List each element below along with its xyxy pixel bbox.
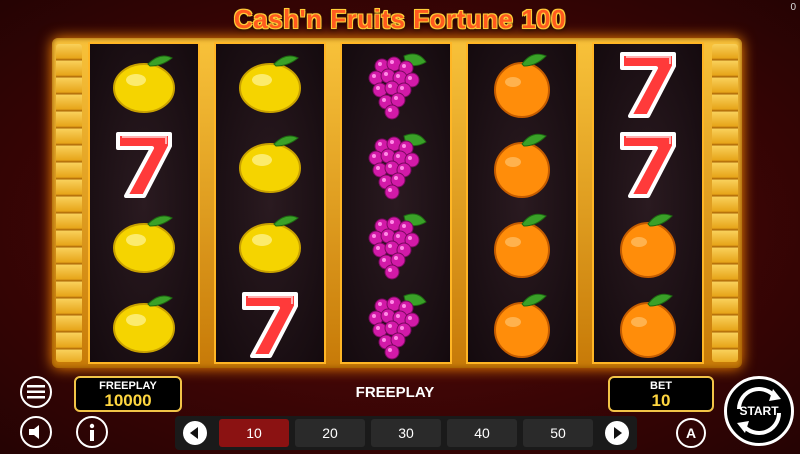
start-button[interactable]: START	[724, 376, 794, 446]
grapes-symbol	[342, 284, 450, 364]
autoplay-label: A	[685, 425, 697, 441]
lemon-symbol	[90, 204, 198, 284]
left-decor-strip	[56, 44, 82, 362]
bet-option-20[interactable]: 20	[295, 419, 365, 447]
reel-5	[592, 42, 704, 364]
grapes-symbol	[342, 204, 450, 284]
lemon-symbol	[90, 284, 198, 364]
autoplay-button[interactable]: A	[676, 418, 706, 448]
freeplay-balance-box: FREEPLAY 10000	[74, 376, 182, 412]
lemon-symbol	[216, 204, 324, 284]
right-decor-strip	[712, 44, 738, 362]
bet-box-value: 10	[651, 391, 671, 410]
lemon-symbol	[216, 44, 324, 124]
start-label: START	[739, 404, 779, 418]
reel-3	[340, 42, 452, 364]
bet-box: BET 10	[608, 376, 714, 412]
orange-symbol	[468, 124, 576, 204]
bet-prev-button[interactable]	[183, 421, 207, 445]
mode-label: FREEPLAY	[355, 384, 435, 401]
chevron-left-icon	[190, 427, 198, 439]
orange-symbol	[468, 284, 576, 364]
reel-frame	[52, 38, 742, 368]
reel-1	[88, 42, 200, 364]
seven-symbol	[594, 124, 702, 204]
bet-selector: 10 20 30 40 50	[175, 416, 637, 450]
orange-symbol	[594, 284, 702, 364]
freeplay-box-value: 10000	[104, 391, 152, 410]
reel-4	[466, 42, 578, 364]
seven-symbol	[216, 284, 324, 364]
orange-symbol	[468, 204, 576, 284]
game-title: Cash'n Fruits Fortune 100	[233, 4, 567, 34]
seven-symbol	[90, 124, 198, 204]
bet-option-40[interactable]: 40	[447, 419, 517, 447]
grapes-symbol	[342, 124, 450, 204]
speaker-icon	[29, 425, 39, 439]
lemon-symbol	[90, 44, 198, 124]
info-icon	[89, 423, 95, 441]
grapes-symbol	[342, 44, 450, 124]
bet-option-30[interactable]: 30	[371, 419, 441, 447]
sound-button[interactable]	[20, 416, 52, 448]
chevron-right-icon	[614, 427, 622, 439]
orange-symbol	[594, 204, 702, 284]
hamburger-menu-icon	[27, 385, 45, 399]
bet-option-50[interactable]: 50	[523, 419, 593, 447]
info-button[interactable]	[76, 416, 108, 448]
reel-2	[214, 42, 326, 364]
menu-button[interactable]	[20, 376, 52, 408]
bet-option-10[interactable]: 10	[219, 419, 289, 447]
lemon-symbol	[216, 124, 324, 204]
seven-symbol	[594, 44, 702, 124]
bet-next-button[interactable]	[605, 421, 629, 445]
orange-symbol	[468, 44, 576, 124]
